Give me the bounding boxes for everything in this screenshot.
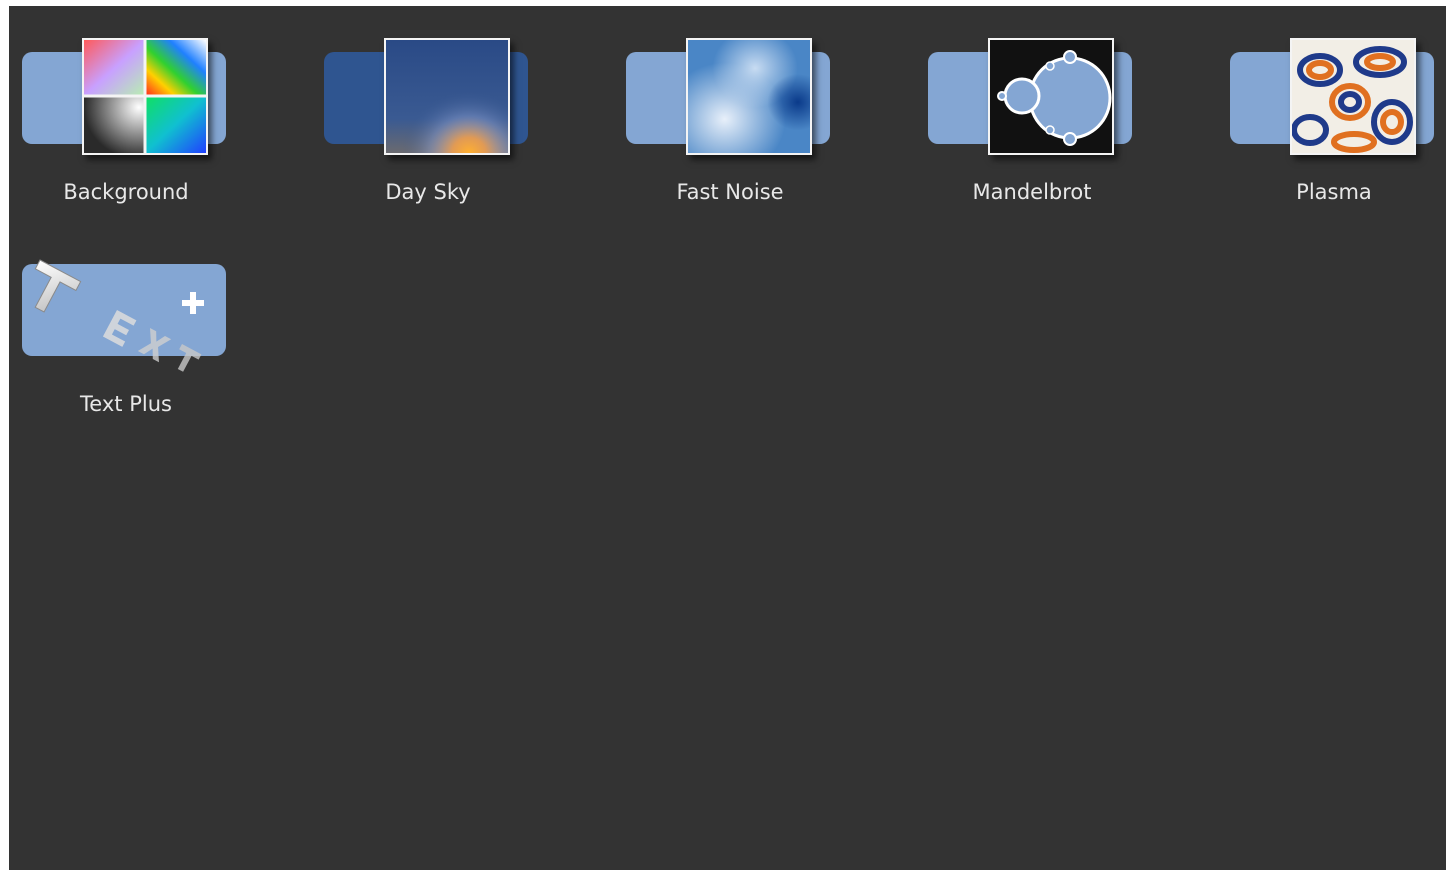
mandelbrot-icon	[988, 38, 1114, 155]
tile-plasma[interactable]: Plasma	[1219, 12, 1449, 204]
fast-noise-icon	[686, 38, 812, 155]
background-generator-icon	[82, 38, 208, 155]
tile-background[interactable]: Background	[11, 12, 241, 204]
generator-browser-panel: Background Day Sky Fast Noise Mandelbrot…	[9, 6, 1446, 870]
tile-fast-noise[interactable]: Fast Noise	[615, 12, 845, 204]
tile-mandelbrot[interactable]: Mandelbrot	[917, 12, 1147, 204]
tile-text-plus[interactable]: Text Plus	[11, 230, 241, 420]
tile-day-sky[interactable]: Day Sky	[313, 12, 543, 204]
tile-day-sky-label: Day Sky	[385, 180, 471, 204]
day-sky-icon	[384, 38, 510, 155]
tile-mandelbrot-label: Mandelbrot	[972, 180, 1092, 204]
plasma-icon	[1290, 38, 1416, 155]
tile-fast-noise-label: Fast Noise	[676, 180, 784, 204]
tile-text-plus-label: Text Plus	[80, 392, 172, 416]
text-plus-icon	[22, 240, 226, 380]
tile-plasma-label: Plasma	[1296, 180, 1372, 204]
tile-background-label: Background	[63, 180, 189, 204]
